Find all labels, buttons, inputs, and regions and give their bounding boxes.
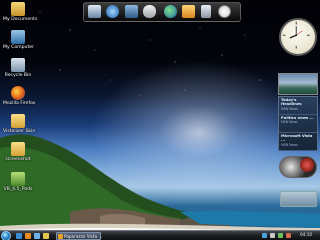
folder-icon: [11, 114, 25, 128]
application-dock: [83, 2, 241, 22]
monitor-icon[interactable]: [88, 5, 101, 18]
desktop-icon-my-computer[interactable]: My Computer: [3, 30, 34, 50]
folder-quicklaunch-icon[interactable]: [43, 233, 49, 239]
paparazzo-icon: [58, 234, 63, 239]
security-icon[interactable]: [278, 233, 283, 238]
computer-icon: [11, 30, 25, 44]
feed-source: MSN News: [281, 142, 298, 147]
earth-icon[interactable]: [164, 5, 177, 18]
trash-icon[interactable]: [201, 5, 211, 18]
feed-source: MSN News: [281, 120, 298, 125]
feed-item[interactable]: Politics news ... MSN News: [279, 115, 317, 133]
volume-icon[interactable]: [270, 233, 275, 238]
network-icon[interactable]: [262, 233, 267, 238]
clock-gadget[interactable]: [279, 18, 317, 56]
media-player-icon[interactable]: [182, 5, 195, 18]
desktop-icon-vb-pods[interactable]: VB_4.5_Pods: [3, 172, 33, 192]
installer-icon: [11, 172, 25, 186]
desktop-icon-screenshot[interactable]: screenshot: [3, 142, 33, 162]
update-icon[interactable]: [286, 233, 291, 238]
folder-documents-icon: [11, 2, 25, 16]
feed-headlines-gadget: Today's Headlines MSN News Politics news…: [278, 96, 318, 151]
explorer-quicklaunch-icon[interactable]: [34, 233, 40, 239]
feed-item[interactable]: Today's Headlines MSN News: [279, 97, 317, 115]
cpu-gauge-icon: [300, 158, 314, 172]
globe-icon[interactable]: [106, 5, 119, 18]
weather-gadget[interactable]: [280, 191, 317, 207]
folder-icon: [11, 142, 25, 156]
feed-item[interactable]: Microsoft Vista ... MSN News: [279, 133, 317, 151]
taskbar: Paparazzo Vista ... 04:10: [0, 230, 320, 240]
cloud-icon[interactable]: [143, 5, 156, 18]
slideshow-gadget[interactable]: [278, 73, 318, 95]
desktop-icon-label: Recycle Bin: [4, 73, 32, 78]
feed-title: Today's Headlines: [281, 98, 302, 107]
tray-clock[interactable]: 04:10: [300, 232, 312, 237]
taskbar-window-label: Paparazzo Vista ...: [64, 234, 103, 239]
feed-source: MSN News: [281, 106, 298, 111]
desktop-icon-label: Mozilla Firefox: [3, 101, 36, 106]
desktop-icon-label: VB_4.5_Pods: [3, 187, 33, 192]
clock-icon[interactable]: [218, 5, 231, 18]
desktop-icon-firefox[interactable]: Mozilla Firefox: [3, 86, 36, 106]
desktop-icon-vistalizer-skin[interactable]: Vistalizer Skin: [3, 114, 36, 134]
firefox-quicklaunch-icon[interactable]: [25, 233, 31, 239]
desktop-icon-label: My Computer: [3, 45, 34, 50]
desktop-icon-label: Vistalizer Skin: [3, 129, 36, 134]
taskbar-window-button[interactable]: Paparazzo Vista ...: [56, 232, 103, 240]
tropical-island: [0, 134, 320, 240]
desktop-icon-label: screenshot: [5, 157, 31, 162]
firefox-icon: [11, 86, 25, 100]
feed-title: Microsoft Vista ...: [281, 134, 313, 143]
show-desktop-icon[interactable]: [16, 233, 22, 239]
desktop-icon-recycle-bin[interactable]: Recycle Bin: [3, 58, 33, 78]
clock-face: [282, 21, 310, 49]
photo-icon[interactable]: [125, 5, 138, 18]
desktop-icon-label: My Documents: [3, 17, 38, 22]
desktop-icon-my-documents[interactable]: My Documents: [3, 2, 38, 22]
recycle-bin-icon: [11, 58, 25, 72]
start-button[interactable]: [1, 231, 11, 240]
